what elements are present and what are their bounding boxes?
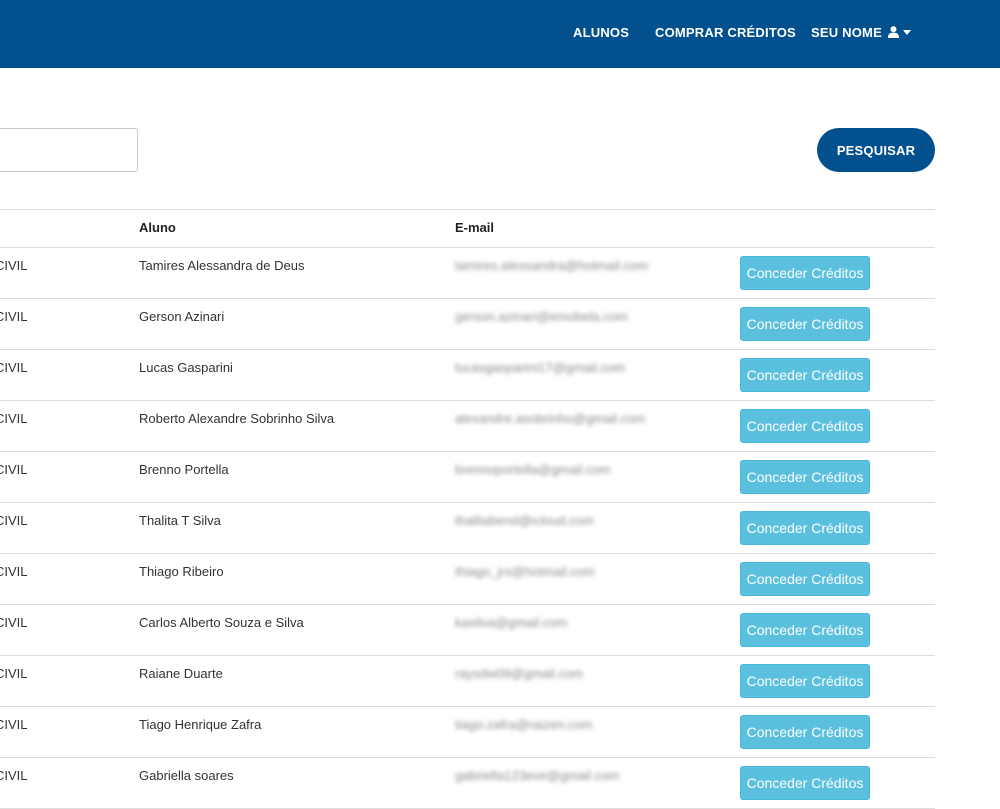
conceder-creditos-button[interactable]: Conceder Créditos	[740, 409, 870, 443]
table-header: Aluno E-mail	[0, 209, 935, 248]
curso-cell: CIVIL	[0, 411, 28, 426]
student-name-cell: Raiane Duarte	[139, 666, 223, 681]
curso-cell: CIVIL	[0, 768, 28, 783]
conceder-creditos-button[interactable]: Conceder Créditos	[740, 715, 870, 749]
table-row: CIVIL Gabriella soares gabriella123eve@gma…	[0, 758, 935, 809]
student-name-cell: Thiago Ribeiro	[139, 564, 224, 579]
conceder-creditos-button[interactable]: Conceder Créditos	[740, 460, 870, 494]
curso-cell: CIVIL	[0, 462, 28, 477]
email-cell: thalitabend@icloud.com	[455, 513, 594, 528]
table-row: CIVIL Tiago Henrique Zafra tiago.zafra@rai…	[0, 707, 935, 758]
student-name-cell: Gabriella soares	[139, 768, 234, 783]
email-cell: raysdw09@gmail.com	[455, 666, 584, 681]
chevron-down-icon	[902, 30, 911, 35]
conceder-creditos-button[interactable]: Conceder Créditos	[740, 766, 870, 800]
user-icon	[887, 26, 899, 38]
table-row: CIVIL Thiago Ribeiro thiago_jrs@hotmail.co…	[0, 554, 935, 605]
student-name-cell: Carlos Alberto Souza e Silva	[139, 615, 304, 630]
student-name-cell: Tiago Henrique Zafra	[139, 717, 262, 732]
curso-cell: CIVIL	[0, 360, 28, 375]
conceder-creditos-button[interactable]: Conceder Créditos	[740, 511, 870, 545]
table-row: CIVIL Thalita T Silva thalitabend@icloud.c…	[0, 503, 935, 554]
curso-cell: CIVIL	[0, 717, 28, 732]
email-cell: thiago_jrs@hotmail.com	[455, 564, 595, 579]
student-name-cell: Lucas Gasparini	[139, 360, 233, 375]
search-button[interactable]: PESQUISAR	[817, 128, 935, 172]
table-body: CIVIL Tamires Alessandra de Deus tamires.a…	[0, 248, 935, 809]
column-header-email: E-mail	[455, 220, 495, 235]
email-cell: tamires.alessandra@hotmail.com	[455, 258, 649, 273]
table-row: CIVIL Brenno Portella brennoportella@gmail…	[0, 452, 935, 503]
email-cell: tiago.zafra@raizen.com	[455, 717, 593, 732]
email-cell: brennoportella@gmail.com	[455, 462, 611, 477]
nav-item-alunos[interactable]: ALUNOS	[573, 0, 629, 68]
email-cell: lucasgasparini17@gmail.com	[455, 360, 625, 375]
user-menu-label: SEU NOME	[811, 25, 882, 40]
conceder-creditos-button[interactable]: Conceder Créditos	[740, 562, 870, 596]
nav-item-comprar-creditos[interactable]: COMPRAR CRÉDITOS	[655, 0, 796, 68]
curso-cell: CIVIL	[0, 615, 28, 630]
curso-cell: CIVIL	[0, 258, 28, 273]
email-cell: kasilva@gmail.com	[455, 615, 568, 630]
search-input[interactable]	[0, 128, 138, 172]
table-row: CIVIL Tamires Alessandra de Deus tamires.a…	[0, 248, 935, 299]
student-name-cell: Thalita T Silva	[139, 513, 221, 528]
email-cell: gerson.azinari@emobela.com	[455, 309, 628, 324]
table-row: CIVIL Raiane Duarte raysdw09@gmail.com Conc…	[0, 656, 935, 707]
student-name-cell: Roberto Alexandre Sobrinho Silva	[139, 411, 335, 426]
curso-cell: CIVIL	[0, 666, 28, 681]
table-row: CIVIL Lucas Gasparini lucasgasparini17@gma…	[0, 350, 935, 401]
table-row: CIVIL Carlos Alberto Souza e Silva kasilva…	[0, 605, 935, 656]
student-name-cell: Tamires Alessandra de Deus	[139, 258, 305, 273]
conceder-creditos-button[interactable]: Conceder Créditos	[740, 358, 870, 392]
conceder-creditos-button[interactable]: Conceder Créditos	[740, 307, 870, 341]
table-row: CIVIL Roberto Alexandre Sobrinho Silva ale…	[0, 401, 935, 452]
email-cell: gabriella123eve@gmail.com	[455, 768, 620, 783]
column-header-aluno: Aluno	[139, 220, 176, 235]
curso-cell: CIVIL	[0, 564, 28, 579]
student-name-cell: Gerson Azinari	[139, 309, 225, 324]
top-navbar: ALUNOS COMPRAR CRÉDITOS SEU NOME	[0, 0, 1000, 68]
table-row: CIVIL Gerson Azinari gerson.azinari@emobel…	[0, 299, 935, 350]
conceder-creditos-button[interactable]: Conceder Créditos	[740, 613, 870, 647]
conceder-creditos-button[interactable]: Conceder Créditos	[740, 256, 870, 290]
curso-cell: CIVIL	[0, 513, 28, 528]
students-table: Aluno E-mail CIVIL Tamires Alessandra de …	[0, 209, 935, 809]
user-menu[interactable]: SEU NOME	[811, 0, 911, 68]
email-cell: alexandre.asobrinho@gmail.com	[455, 411, 646, 426]
conceder-creditos-button[interactable]: Conceder Créditos	[740, 664, 870, 698]
curso-cell: CIVIL	[0, 309, 28, 324]
student-name-cell: Brenno Portella	[139, 462, 229, 477]
